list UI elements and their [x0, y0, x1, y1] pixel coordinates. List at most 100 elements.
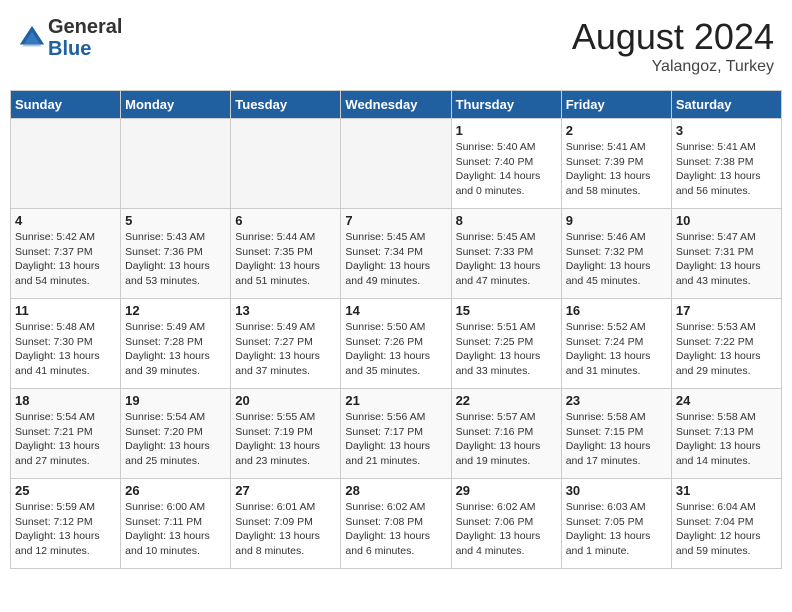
- day-info: Sunrise: 5:55 AM Sunset: 7:19 PM Dayligh…: [235, 410, 336, 469]
- day-number: 22: [456, 393, 557, 408]
- calendar-cell: 15 Sunrise: 5:51 AM Sunset: 7:25 PM Dayli…: [451, 299, 561, 389]
- day-number: 11: [15, 303, 116, 318]
- calendar-cell: 4 Sunrise: 5:42 AM Sunset: 7:37 PM Daylig…: [11, 209, 121, 299]
- day-info: Sunrise: 5:59 AM Sunset: 7:12 PM Dayligh…: [15, 500, 116, 559]
- week-row-5: 25 Sunrise: 5:59 AM Sunset: 7:12 PM Dayli…: [11, 479, 782, 569]
- day-number: 24: [676, 393, 777, 408]
- day-info: Sunrise: 5:49 AM Sunset: 7:28 PM Dayligh…: [125, 320, 226, 379]
- day-number: 3: [676, 123, 777, 138]
- day-number: 10: [676, 213, 777, 228]
- logo: General Blue: [18, 16, 122, 60]
- day-info: Sunrise: 6:01 AM Sunset: 7:09 PM Dayligh…: [235, 500, 336, 559]
- day-info: Sunrise: 5:45 AM Sunset: 7:33 PM Dayligh…: [456, 230, 557, 289]
- day-info: Sunrise: 5:50 AM Sunset: 7:26 PM Dayligh…: [345, 320, 446, 379]
- day-info: Sunrise: 5:54 AM Sunset: 7:21 PM Dayligh…: [15, 410, 116, 469]
- logo-blue: Blue: [48, 38, 91, 60]
- weekday-header-tuesday: Tuesday: [231, 91, 341, 119]
- calendar-cell: 27 Sunrise: 6:01 AM Sunset: 7:09 PM Dayli…: [231, 479, 341, 569]
- day-info: Sunrise: 6:02 AM Sunset: 7:06 PM Dayligh…: [456, 500, 557, 559]
- calendar-cell: 16 Sunrise: 5:52 AM Sunset: 7:24 PM Dayli…: [561, 299, 671, 389]
- calendar-cell: 10 Sunrise: 5:47 AM Sunset: 7:31 PM Dayli…: [671, 209, 781, 299]
- calendar-cell: 30Sunrise: 6:03 AM Sunset: 7:05 PM Dayli…: [561, 479, 671, 569]
- day-number: 19: [125, 393, 226, 408]
- day-info: Sunrise: 5:52 AM Sunset: 7:24 PM Dayligh…: [566, 320, 667, 379]
- day-info: Sunrise: 5:45 AM Sunset: 7:34 PM Dayligh…: [345, 230, 446, 289]
- calendar-cell: 18Sunrise: 5:54 AM Sunset: 7:21 PM Dayli…: [11, 389, 121, 479]
- calendar-cell: 3 Sunrise: 5:41 AM Sunset: 7:38 PM Daylig…: [671, 119, 781, 209]
- page-header: General Blue August 2024 Yalangoz, Turke…: [10, 10, 782, 82]
- day-number: 17: [676, 303, 777, 318]
- calendar-cell: 26Sunrise: 6:00 AM Sunset: 7:11 PM Dayli…: [121, 479, 231, 569]
- day-number: 1: [456, 123, 557, 138]
- calendar-cell: 17 Sunrise: 5:53 AM Sunset: 7:22 PM Dayli…: [671, 299, 781, 389]
- weekday-header-friday: Friday: [561, 91, 671, 119]
- day-number: 26: [125, 483, 226, 498]
- calendar-cell: 1 Sunrise: 5:40 AM Sunset: 7:40 PM Daylig…: [451, 119, 561, 209]
- day-number: 8: [456, 213, 557, 228]
- calendar-cell: 21 Sunrise: 5:56 AM Sunset: 7:17 PM Dayli…: [341, 389, 451, 479]
- calendar-cell: 11 Sunrise: 5:48 AM Sunset: 7:30 PM Dayli…: [11, 299, 121, 389]
- day-info: Sunrise: 5:40 AM Sunset: 7:40 PM Dayligh…: [456, 140, 557, 199]
- day-number: 2: [566, 123, 667, 138]
- day-info: Sunrise: 5:44 AM Sunset: 7:35 PM Dayligh…: [235, 230, 336, 289]
- calendar-cell: 14 Sunrise: 5:50 AM Sunset: 7:26 PM Dayli…: [341, 299, 451, 389]
- day-number: 16: [566, 303, 667, 318]
- week-row-1: 1 Sunrise: 5:40 AM Sunset: 7:40 PM Daylig…: [11, 119, 782, 209]
- calendar-cell: [341, 119, 451, 209]
- calendar-cell: [231, 119, 341, 209]
- day-info: Sunrise: 5:58 AM Sunset: 7:15 PM Dayligh…: [566, 410, 667, 469]
- day-number: 29: [456, 483, 557, 498]
- calendar-table: SundayMondayTuesdayWednesdayThursdayFrid…: [10, 90, 782, 569]
- week-row-3: 11 Sunrise: 5:48 AM Sunset: 7:30 PM Dayli…: [11, 299, 782, 389]
- calendar-cell: 9 Sunrise: 5:46 AM Sunset: 7:32 PM Daylig…: [561, 209, 671, 299]
- day-number: 4: [15, 213, 116, 228]
- title-block: August 2024 Yalangoz, Turkey: [572, 16, 774, 76]
- calendar-cell: 6 Sunrise: 5:44 AM Sunset: 7:35 PM Daylig…: [231, 209, 341, 299]
- weekday-header-thursday: Thursday: [451, 91, 561, 119]
- day-info: Sunrise: 6:02 AM Sunset: 7:08 PM Dayligh…: [345, 500, 446, 559]
- calendar-cell: 23 Sunrise: 5:58 AM Sunset: 7:15 PM Dayli…: [561, 389, 671, 479]
- day-info: Sunrise: 5:47 AM Sunset: 7:31 PM Dayligh…: [676, 230, 777, 289]
- day-number: 12: [125, 303, 226, 318]
- weekday-header-saturday: Saturday: [671, 91, 781, 119]
- week-row-4: 18Sunrise: 5:54 AM Sunset: 7:21 PM Dayli…: [11, 389, 782, 479]
- day-info: Sunrise: 5:41 AM Sunset: 7:38 PM Dayligh…: [676, 140, 777, 199]
- day-number: 6: [235, 213, 336, 228]
- day-number: 14: [345, 303, 446, 318]
- day-info: Sunrise: 5:56 AM Sunset: 7:17 PM Dayligh…: [345, 410, 446, 469]
- day-info: Sunrise: 5:48 AM Sunset: 7:30 PM Dayligh…: [15, 320, 116, 379]
- day-info: Sunrise: 6:04 AM Sunset: 7:04 PM Dayligh…: [676, 500, 777, 559]
- day-number: 25: [15, 483, 116, 498]
- week-row-2: 4 Sunrise: 5:42 AM Sunset: 7:37 PM Daylig…: [11, 209, 782, 299]
- day-info: Sunrise: 5:51 AM Sunset: 7:25 PM Dayligh…: [456, 320, 557, 379]
- day-info: Sunrise: 5:43 AM Sunset: 7:36 PM Dayligh…: [125, 230, 226, 289]
- calendar-cell: 19Sunrise: 5:54 AM Sunset: 7:20 PM Dayli…: [121, 389, 231, 479]
- calendar-cell: [11, 119, 121, 209]
- calendar-cell: 28 Sunrise: 6:02 AM Sunset: 7:08 PM Dayli…: [341, 479, 451, 569]
- day-info: Sunrise: 5:49 AM Sunset: 7:27 PM Dayligh…: [235, 320, 336, 379]
- day-info: Sunrise: 5:57 AM Sunset: 7:16 PM Dayligh…: [456, 410, 557, 469]
- day-number: 28: [345, 483, 446, 498]
- day-info: Sunrise: 5:46 AM Sunset: 7:32 PM Dayligh…: [566, 230, 667, 289]
- day-info: Sunrise: 5:42 AM Sunset: 7:37 PM Dayligh…: [15, 230, 116, 289]
- weekday-header-sunday: Sunday: [11, 91, 121, 119]
- day-number: 15: [456, 303, 557, 318]
- logo-general: General: [48, 16, 122, 38]
- calendar-cell: 8 Sunrise: 5:45 AM Sunset: 7:33 PM Daylig…: [451, 209, 561, 299]
- day-number: 7: [345, 213, 446, 228]
- weekday-header-row: SundayMondayTuesdayWednesdayThursdayFrid…: [11, 91, 782, 119]
- calendar-cell: 12 Sunrise: 5:49 AM Sunset: 7:28 PM Dayli…: [121, 299, 231, 389]
- day-number: 9: [566, 213, 667, 228]
- day-number: 21: [345, 393, 446, 408]
- day-info: Sunrise: 5:41 AM Sunset: 7:39 PM Dayligh…: [566, 140, 667, 199]
- calendar-cell: 29 Sunrise: 6:02 AM Sunset: 7:06 PM Dayli…: [451, 479, 561, 569]
- calendar-cell: 31 Sunrise: 6:04 AM Sunset: 7:04 PM Dayli…: [671, 479, 781, 569]
- day-number: 13: [235, 303, 336, 318]
- location-subtitle: Yalangoz, Turkey: [572, 58, 774, 76]
- day-number: 23: [566, 393, 667, 408]
- day-number: 27: [235, 483, 336, 498]
- calendar-cell: 5Sunrise: 5:43 AM Sunset: 7:36 PM Daylig…: [121, 209, 231, 299]
- day-number: 20: [235, 393, 336, 408]
- day-info: Sunrise: 5:53 AM Sunset: 7:22 PM Dayligh…: [676, 320, 777, 379]
- day-number: 31: [676, 483, 777, 498]
